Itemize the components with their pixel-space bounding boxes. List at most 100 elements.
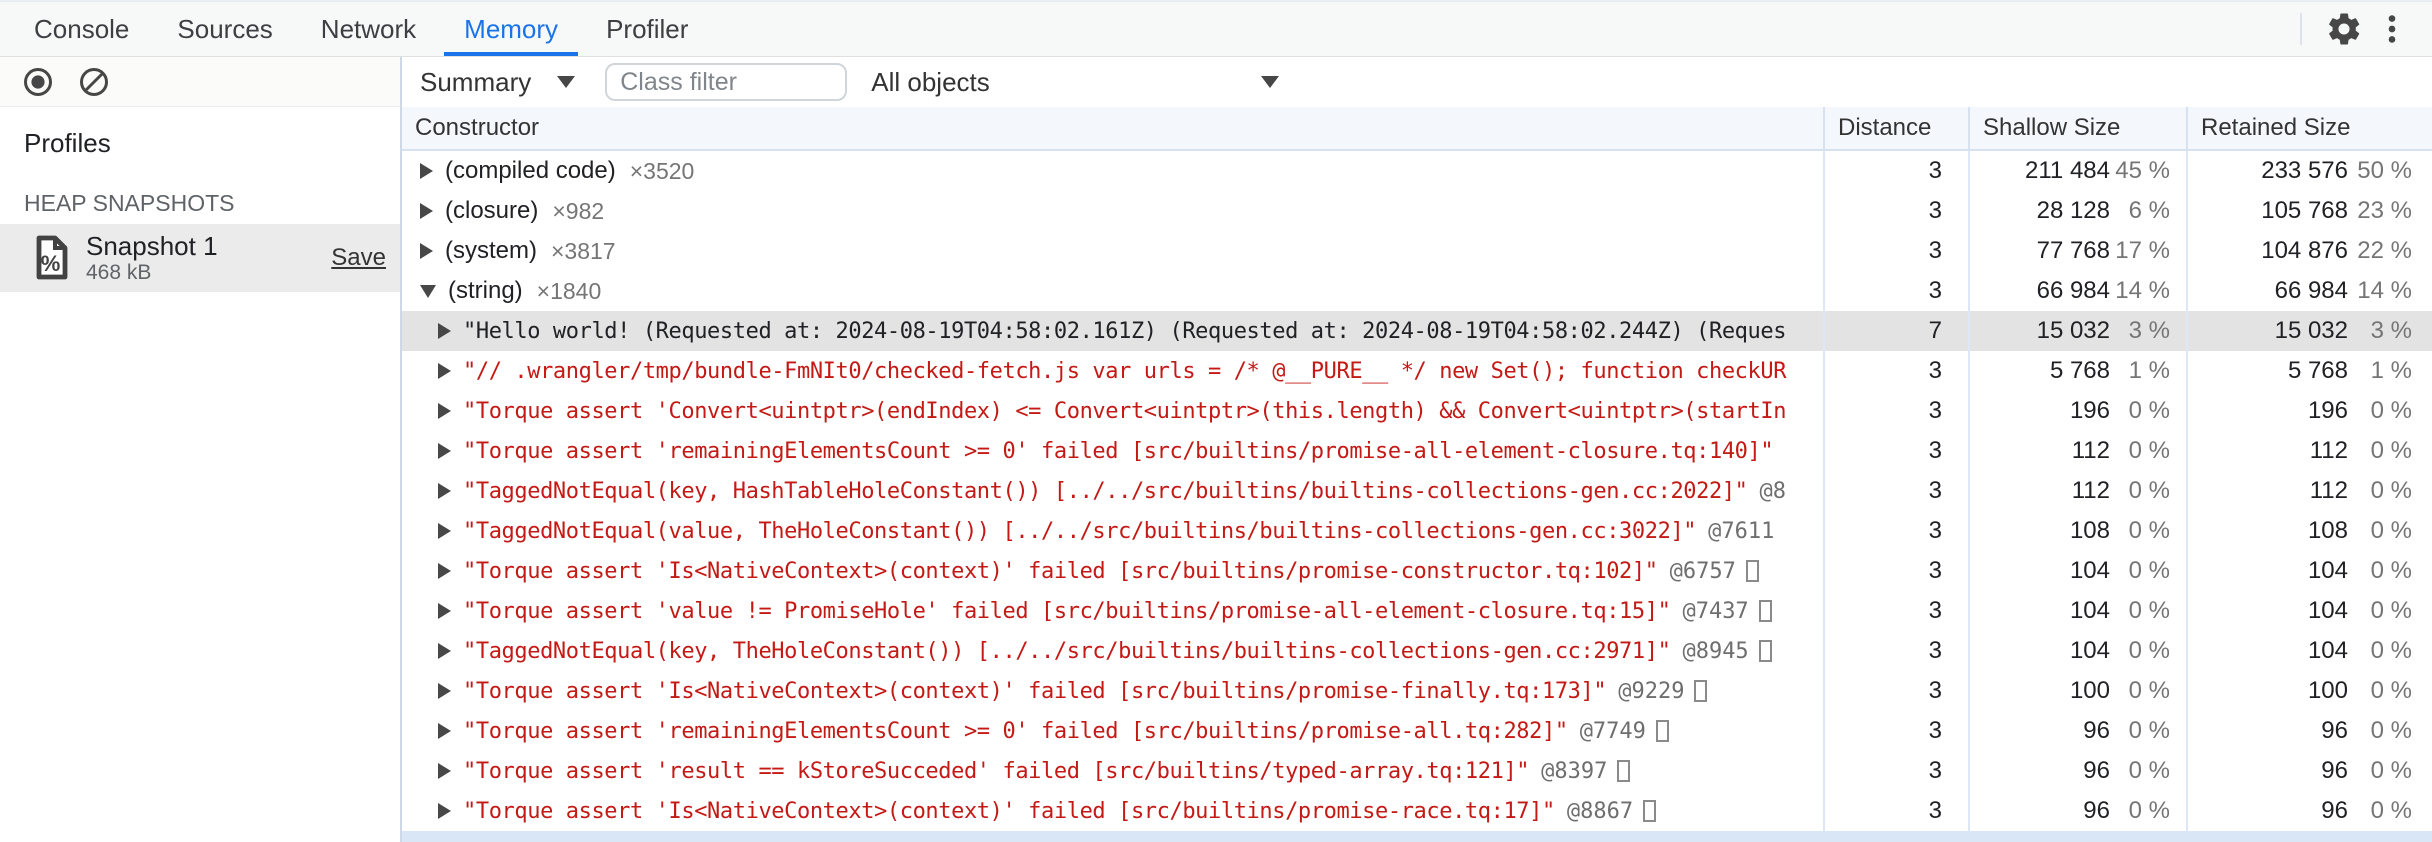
distance-cell: 3 xyxy=(1823,391,1968,431)
tab-network[interactable]: Network xyxy=(297,2,440,56)
column-header-shallow-size[interactable]: Shallow Size xyxy=(1968,107,2186,149)
constructor-cell: "TaggedNotEqual(value, TheHoleConstant()… xyxy=(402,511,1823,551)
constructor-cell: "Torque assert 'remainingElementsCount >… xyxy=(402,431,1823,471)
table-row[interactable]: "// .wrangler/tmp/bundle-FmNIt0/checked-… xyxy=(402,351,2432,391)
table-row[interactable]: (string) ×1840 3 66 984 14 % 66 984 14 % xyxy=(402,271,2432,311)
heap-snapshot-file-icon: % xyxy=(36,235,68,280)
tab-profiler[interactable]: Profiler xyxy=(582,2,712,56)
objects-select[interactable]: All objects xyxy=(859,67,1280,98)
expand-triangle-icon[interactable] xyxy=(438,323,451,339)
retained-size-cell: 66 984 14 % xyxy=(2186,271,2432,311)
shallow-size-percent: 14 % xyxy=(2115,277,2170,304)
expand-triangle-icon[interactable] xyxy=(438,563,451,579)
table-row[interactable]: "Torque assert 'remainingElementsCount >… xyxy=(402,431,2432,471)
expand-triangle-icon[interactable] xyxy=(420,203,433,219)
constructor-cell: "Torque assert 'Convert<uintptr>(endInde… xyxy=(402,391,1823,431)
tab-sources[interactable]: Sources xyxy=(153,2,296,56)
expand-triangle-icon[interactable] xyxy=(438,763,451,779)
expand-triangle-icon[interactable] xyxy=(420,243,433,259)
retained-size-value: 100 xyxy=(2307,677,2348,704)
shallow-size-percent: 0 % xyxy=(2128,437,2170,464)
table-row[interactable]: (closure) ×982 3 28 128 6 % 105 768 23 % xyxy=(402,191,2432,231)
retained-size-percent: 22 % xyxy=(2357,237,2412,264)
record-heap-snapshot-icon[interactable] xyxy=(14,58,62,106)
object-id-box-icon xyxy=(1758,640,1772,662)
shallow-size-percent: 0 % xyxy=(2128,477,2170,504)
distance-cell: 3 xyxy=(1823,591,1968,631)
shallow-size-cell: 104 0 % xyxy=(1968,591,2186,631)
grid-body: (compiled code) ×3520 3 211 484 45 % 233 576 5… xyxy=(402,151,2432,831)
expand-triangle-icon[interactable] xyxy=(438,643,451,659)
constructor-cell: (system) ×3817 xyxy=(402,231,1823,271)
distance-cell: 3 xyxy=(1823,791,1968,831)
sidebar-item-snapshot-1[interactable]: % Snapshot 1 468 kB Save xyxy=(0,224,400,292)
expand-triangle-icon[interactable] xyxy=(438,683,451,699)
table-row[interactable]: "Torque assert 'Is<NativeContext>(contex… xyxy=(402,551,2432,591)
table-row[interactable]: (system) ×3817 3 77 768 17 % 104 876 22 % xyxy=(402,231,2432,271)
object-id: @6757 xyxy=(1669,558,1736,584)
object-id: @8397 xyxy=(1541,758,1608,784)
instance-count: ×982 xyxy=(552,197,605,224)
snapshot-size: 468 kB xyxy=(86,261,152,284)
retained-size-percent: 0 % xyxy=(2370,557,2412,584)
expand-triangle-icon[interactable] xyxy=(438,723,451,739)
gear-icon[interactable] xyxy=(2320,5,2368,53)
retained-size-value: 96 xyxy=(2321,757,2348,784)
clear-all-profiles-icon[interactable] xyxy=(70,58,118,106)
expand-triangle-icon[interactable] xyxy=(438,403,451,419)
expand-triangle-icon[interactable] xyxy=(438,483,451,499)
retained-size-percent: 0 % xyxy=(2370,677,2412,704)
retained-size-value: 112 xyxy=(2309,437,2348,464)
expand-triangle-icon[interactable] xyxy=(438,523,451,539)
object-id-box-icon xyxy=(1617,760,1631,782)
shallow-size-cell: 108 0 % xyxy=(1968,511,2186,551)
table-row[interactable]: "TaggedNotEqual(key, TheHoleConstant()) … xyxy=(402,631,2432,671)
table-row[interactable]: (compiled code) ×3520 3 211 484 45 % 233 576 5… xyxy=(402,151,2432,191)
column-header-distance[interactable]: Distance xyxy=(1823,107,1968,149)
shallow-size-percent: 0 % xyxy=(2128,557,2170,584)
retained-size-value: 96 xyxy=(2321,797,2348,824)
table-row[interactable]: "Torque assert 'remainingElementsCount >… xyxy=(402,711,2432,751)
retained-size-cell: 96 0 % xyxy=(2186,711,2432,751)
retained-size-value: 108 xyxy=(2307,517,2348,544)
shallow-size-cell: 15 032 3 % xyxy=(1968,311,2186,351)
table-row[interactable]: "TaggedNotEqual(key, HashTableHoleConsta… xyxy=(402,471,2432,511)
shallow-size-value: 108 xyxy=(2069,517,2110,544)
constructor-cell: "Torque assert 'value != PromiseHole' fa… xyxy=(402,591,1823,631)
expand-triangle-icon[interactable] xyxy=(438,363,451,379)
shallow-size-cell: 66 984 14 % xyxy=(1968,271,2186,311)
expand-triangle-icon[interactable] xyxy=(438,803,451,819)
table-row[interactable]: "Torque assert 'Convert<uintptr>(endInde… xyxy=(402,391,2432,431)
shallow-size-percent: 45 % xyxy=(2115,157,2170,184)
class-filter-input[interactable] xyxy=(605,63,848,101)
shallow-size-cell: 77 768 17 % xyxy=(1968,231,2186,271)
column-header-constructor[interactable]: Constructor xyxy=(402,107,1823,149)
retained-size-cell: 105 768 23 % xyxy=(2186,191,2432,231)
table-row[interactable]: "Torque assert 'Is<NativeContext>(contex… xyxy=(402,671,2432,711)
retained-size-cell: 196 0 % xyxy=(2186,391,2432,431)
table-row[interactable]: "Torque assert 'Is<NativeContext>(contex… xyxy=(402,791,2432,831)
shallow-size-cell: 5 768 1 % xyxy=(1968,351,2186,391)
table-row[interactable]: "Torque assert 'result == kStoreSucceded… xyxy=(402,751,2432,791)
tabbar-divider xyxy=(2300,13,2302,45)
column-header-retained-size[interactable]: Retained Size xyxy=(2186,107,2432,149)
save-snapshot-link[interactable]: Save xyxy=(331,244,386,272)
kebab-menu-icon[interactable] xyxy=(2368,5,2416,53)
collapse-triangle-icon[interactable] xyxy=(420,284,436,298)
expand-triangle-icon[interactable] xyxy=(438,603,451,619)
table-row[interactable]: "TaggedNotEqual(value, TheHoleConstant()… xyxy=(402,511,2432,551)
retained-size-percent: 0 % xyxy=(2370,437,2412,464)
expand-triangle-icon[interactable] xyxy=(438,443,451,459)
tab-memory[interactable]: Memory xyxy=(440,2,582,56)
constructor-name: (compiled code) xyxy=(445,157,616,184)
instance-count: ×1840 xyxy=(536,277,602,304)
table-row[interactable]: "Hello world! (Requested at: 2024-08-19T… xyxy=(402,311,2432,351)
retained-size-percent: 0 % xyxy=(2370,517,2412,544)
distance-cell: 3 xyxy=(1823,431,1968,471)
object-id: @7749 xyxy=(1579,718,1646,744)
expand-triangle-icon[interactable] xyxy=(420,163,433,179)
perspective-select[interactable]: Summary xyxy=(420,67,576,98)
tab-console[interactable]: Console xyxy=(10,2,153,56)
table-row[interactable]: "Torque assert 'value != PromiseHole' fa… xyxy=(402,591,2432,631)
snapshot-name: Snapshot 1 xyxy=(86,231,218,261)
